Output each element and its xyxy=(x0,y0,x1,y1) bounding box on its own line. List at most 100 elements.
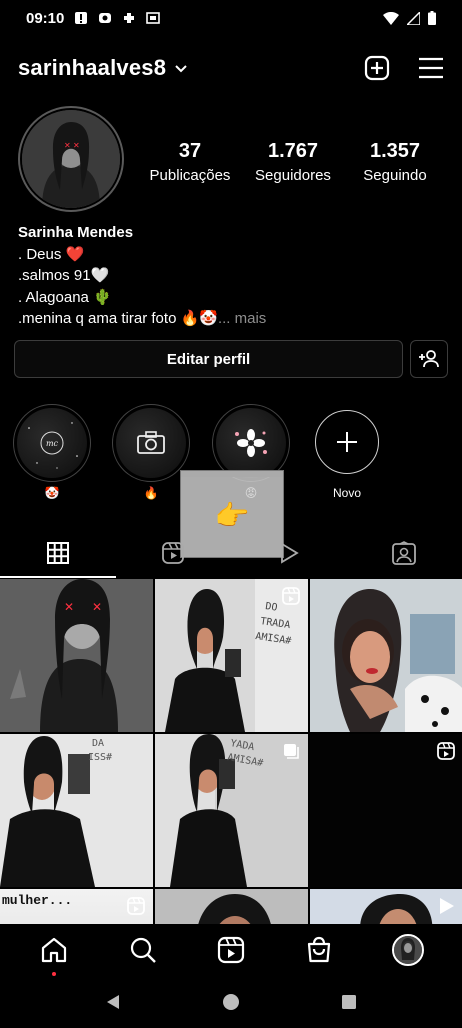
grid-icon xyxy=(46,542,69,564)
svg-text:✕: ✕ xyxy=(64,600,74,614)
recents-icon[interactable] xyxy=(340,993,358,1011)
post-thumbnail[interactable]: DO TRADA AMISA# xyxy=(155,579,308,732)
bio-line-3: . Alagoana 🌵 xyxy=(18,288,112,306)
highlight-new-label: Novo xyxy=(332,486,361,500)
avatar-photo: ✕ ✕ xyxy=(22,110,120,208)
profile-avatar[interactable]: ✕ ✕ xyxy=(18,106,124,212)
tab-tagged[interactable] xyxy=(347,530,462,576)
nav-home[interactable] xyxy=(34,930,74,976)
shopping-bag-icon xyxy=(308,936,331,963)
profile-header: sarinhaalves8 xyxy=(0,48,462,88)
post-thumbnail[interactable]: ✕ ✕ xyxy=(0,579,153,732)
bottom-navigation xyxy=(0,924,462,976)
post-thumbnail[interactable]: YADA AMISA# xyxy=(155,734,308,887)
svg-text:DO: DO xyxy=(265,601,278,614)
post-thumbnail[interactable] xyxy=(310,734,462,887)
play-outline-icon xyxy=(280,542,299,564)
status-time: 09:10 xyxy=(26,9,65,27)
record-icon xyxy=(99,13,112,23)
avatar-image: ✕ ✕ xyxy=(22,110,120,208)
nav-shop[interactable] xyxy=(299,930,339,970)
mc-text-icon: mc xyxy=(46,439,59,448)
reel-badge-icon xyxy=(282,587,300,605)
flower-icon xyxy=(235,429,267,457)
posts-label: Publicações xyxy=(149,167,231,184)
profile-avatar-small xyxy=(391,934,424,966)
reel-badge-icon xyxy=(127,897,145,915)
post-thumbnail[interactable] xyxy=(310,579,462,732)
plus-icon xyxy=(337,432,357,452)
following-label: Seguindo xyxy=(363,167,427,184)
chevron-down-icon[interactable] xyxy=(174,61,188,75)
svg-text:✕: ✕ xyxy=(64,141,71,150)
gallery-icon xyxy=(146,12,161,24)
post-image xyxy=(310,579,462,732)
sparkle-background-icon: mc xyxy=(28,422,78,469)
plus-square-icon xyxy=(364,55,390,81)
svg-text:DA: DA xyxy=(92,738,104,749)
stat-following[interactable]: 1.357 Seguindo xyxy=(345,140,445,184)
reels-icon xyxy=(217,936,245,964)
tagged-person-icon xyxy=(392,541,417,565)
highlight-2-label: 🔥 xyxy=(143,486,159,500)
home-icon xyxy=(42,937,67,963)
back-icon[interactable] xyxy=(104,993,122,1011)
post-image: ✕ ✕ xyxy=(0,579,153,732)
menu-button[interactable] xyxy=(418,55,444,81)
profile-bio: Sarinha Mendes . Deus ❤️ .salmos 91🤍 . A… xyxy=(18,222,438,330)
bio-line-2: .salmos 91🤍 xyxy=(18,267,110,284)
system-navigation xyxy=(0,976,462,1028)
post-thumbnail[interactable]: mulher... xyxy=(0,889,153,924)
alert-icon xyxy=(75,12,88,24)
svg-text:✕: ✕ xyxy=(73,141,80,150)
nav-profile[interactable] xyxy=(388,930,428,970)
post-image: DA ISS# xyxy=(0,734,153,887)
search-icon xyxy=(130,937,156,963)
game-icon xyxy=(124,13,135,23)
pointing-hand-icon: 👉 xyxy=(214,500,250,531)
tab-active-indicator xyxy=(0,576,116,578)
post-image xyxy=(155,889,308,924)
display-name: Sarinha Mendes xyxy=(18,224,134,241)
reel-badge-icon xyxy=(437,742,455,760)
highlight-1-label: 🤡 xyxy=(44,486,60,500)
post-thumbnail[interactable] xyxy=(310,889,462,924)
stat-posts[interactable]: 37 Publicações xyxy=(140,140,240,184)
post-thumbnail[interactable]: DA ISS# xyxy=(0,734,153,887)
signal-icon xyxy=(407,11,420,25)
followers-label: Seguidores xyxy=(255,167,331,184)
username[interactable]: sarinhaalves8 xyxy=(18,55,166,81)
tab-videos[interactable] xyxy=(231,530,347,576)
posts-count: 37 xyxy=(178,140,202,162)
post-thumbnail[interactable] xyxy=(155,889,308,924)
stat-followers[interactable]: 1.767 Seguidores xyxy=(243,140,343,184)
bio-more-link[interactable]: ... mais xyxy=(218,310,266,327)
edit-profile-button[interactable]: Editar perfil xyxy=(14,340,403,378)
nav-search[interactable] xyxy=(123,930,163,970)
profile-summary: ✕ ✕ 37 Publicações 1.767 Seguidores 1.35… xyxy=(0,106,462,216)
nav-reels[interactable] xyxy=(211,930,251,970)
highlight-1[interactable]: mc 🤡 xyxy=(12,404,92,500)
home-circle-icon[interactable] xyxy=(222,993,240,1011)
bio-line-1: . Deus ❤️ xyxy=(18,245,85,263)
status-bar: 09:10 xyxy=(0,0,462,36)
bio-line-4: .menina q ama tirar foto 🔥🤡... mais xyxy=(18,308,438,330)
discover-people-button[interactable] xyxy=(410,340,448,378)
post-caption: mulher... xyxy=(2,893,73,908)
wifi-icon xyxy=(383,11,399,25)
posts-grid: ✕ ✕ DO TRADA AMISA# DA ISS# YADA AMISA# … xyxy=(0,579,462,924)
tab-reels[interactable] xyxy=(116,530,232,576)
video-play-icon xyxy=(440,898,454,914)
add-person-icon xyxy=(419,350,439,368)
profile-actions: Editar perfil xyxy=(14,340,448,378)
highlight-new[interactable]: Novo xyxy=(307,404,387,500)
svg-text:ISS#: ISS# xyxy=(88,752,112,763)
highlight-2[interactable]: 🔥 xyxy=(111,404,191,500)
create-post-button[interactable] xyxy=(364,55,390,81)
tab-grid[interactable] xyxy=(0,530,116,578)
profile-tabs xyxy=(0,530,462,578)
following-count: 1.357 xyxy=(369,140,421,162)
camera-icon xyxy=(137,431,165,454)
battery-icon xyxy=(428,11,436,25)
hamburger-icon xyxy=(419,57,443,79)
